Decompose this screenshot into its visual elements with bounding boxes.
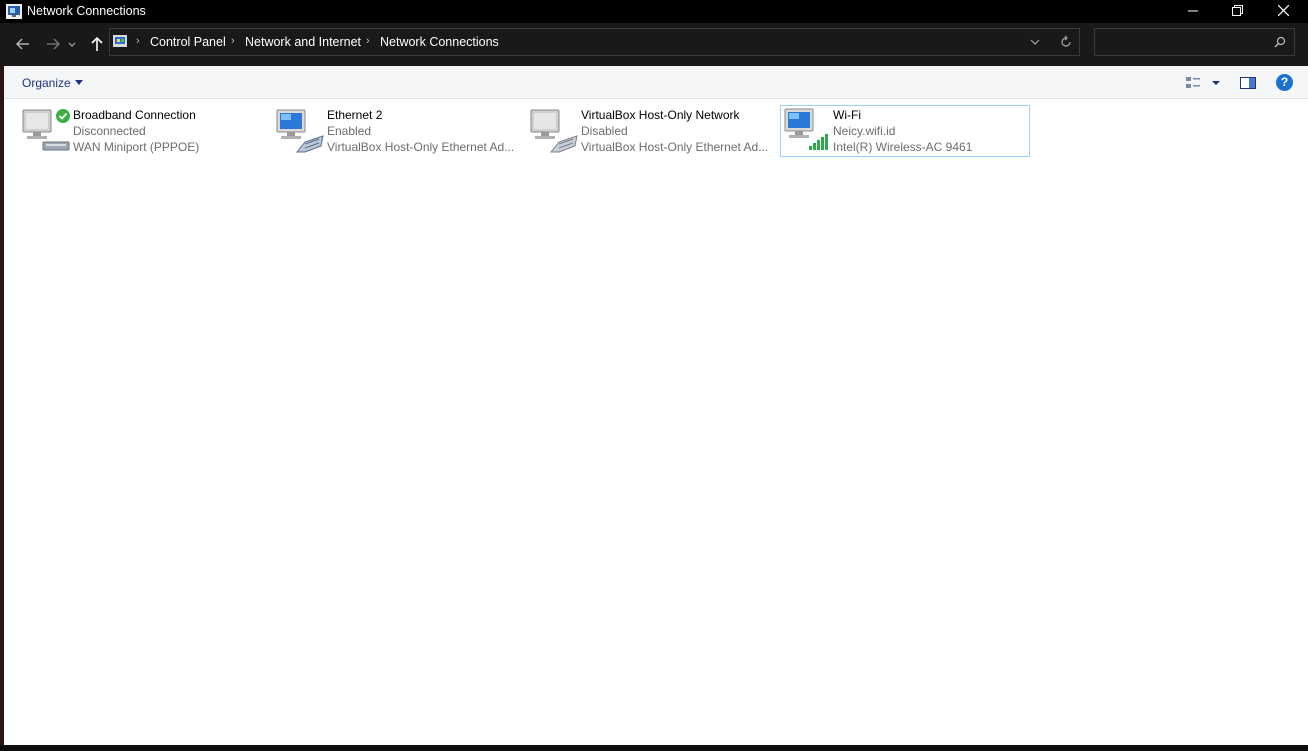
close-icon <box>1277 4 1289 17</box>
connection-status: Disabled <box>581 124 628 138</box>
command-bar: Organize ? <box>4 66 1308 99</box>
connection-device: VirtualBox Host-Only Ethernet Ad... <box>581 140 769 154</box>
control-panel-icon <box>113 35 127 47</box>
change-view-button[interactable] <box>1184 75 1220 91</box>
ethernet-connection-icon <box>276 109 324 153</box>
window-title: Network Connections <box>27 4 146 18</box>
minimize-button[interactable] <box>1170 0 1216 23</box>
preview-pane-icon[interactable] <box>1240 75 1256 91</box>
connection-name: VirtualBox Host-Only Network <box>581 108 740 122</box>
connection-item-wifi[interactable]: Wi-Fi Neicy.wifi.id Intel(R) Wireless-AC… <box>780 105 1030 157</box>
organize-menu-button[interactable]: Organize <box>22 76 83 90</box>
refresh-icon[interactable] <box>1059 35 1073 49</box>
connection-name: Wi-Fi <box>833 108 861 122</box>
connection-device: WAN Miniport (PPPOE) <box>73 140 200 154</box>
navigation-bar: › Control Panel › Network and Internet ›… <box>0 23 1308 66</box>
connection-item-virtualbox-network[interactable]: VirtualBox Host-Only Network Disabled Vi… <box>528 105 778 157</box>
wifi-connection-icon <box>784 108 828 150</box>
up-arrow-icon[interactable] <box>85 32 109 56</box>
connection-item-broadband[interactable]: Broadband Connection Disconnected WAN Mi… <box>20 105 270 157</box>
address-bar[interactable]: › Control Panel › Network and Internet ›… <box>109 28 1080 56</box>
breadcrumb-network-connections[interactable]: Network Connections <box>380 35 499 49</box>
restore-button[interactable] <box>1214 0 1260 23</box>
recent-locations-chevron-icon[interactable] <box>64 32 80 56</box>
restore-icon <box>1231 5 1243 16</box>
connection-name: Ethernet 2 <box>327 108 383 122</box>
network-connections-app-icon <box>6 4 22 19</box>
back-arrow-icon[interactable] <box>11 32 35 56</box>
minimize-icon <box>1188 10 1198 12</box>
ethernet-disabled-icon <box>530 109 578 153</box>
connection-item-ethernet-2[interactable]: Ethernet 2 Enabled VirtualBox Host-Only … <box>274 105 524 157</box>
breadcrumb-separator[interactable]: › <box>231 35 235 47</box>
breadcrumb-control-panel[interactable]: Control Panel <box>150 35 226 49</box>
broadband-connection-icon <box>22 109 70 151</box>
chevron-down-icon <box>74 80 83 85</box>
close-button[interactable] <box>1260 0 1306 23</box>
help-button[interactable]: ? <box>1276 74 1293 91</box>
forward-arrow-icon[interactable] <box>41 32 65 56</box>
search-input[interactable] <box>1094 28 1295 56</box>
title-bar: Network Connections <box>0 0 1308 23</box>
connection-status: Disconnected <box>73 124 146 138</box>
connection-device: Intel(R) Wireless-AC 9461 <box>833 140 973 154</box>
breadcrumb-network-and-internet[interactable]: Network and Internet <box>245 35 361 49</box>
breadcrumb-separator[interactable]: › <box>366 35 370 47</box>
search-icon[interactable] <box>1274 36 1286 48</box>
connection-status: Neicy.wifi.id <box>833 124 896 138</box>
breadcrumb-separator: › <box>136 35 140 47</box>
connection-name: Broadband Connection <box>73 108 196 122</box>
connections-view: Broadband Connection Disconnected WAN Mi… <box>4 99 1308 745</box>
connection-device: VirtualBox Host-Only Ethernet Ad... <box>327 140 515 154</box>
address-history-chevron-icon[interactable] <box>1028 35 1042 49</box>
connection-status: Enabled <box>327 124 372 138</box>
taskbar-edge <box>0 745 1308 751</box>
organize-label: Organize <box>22 76 71 90</box>
